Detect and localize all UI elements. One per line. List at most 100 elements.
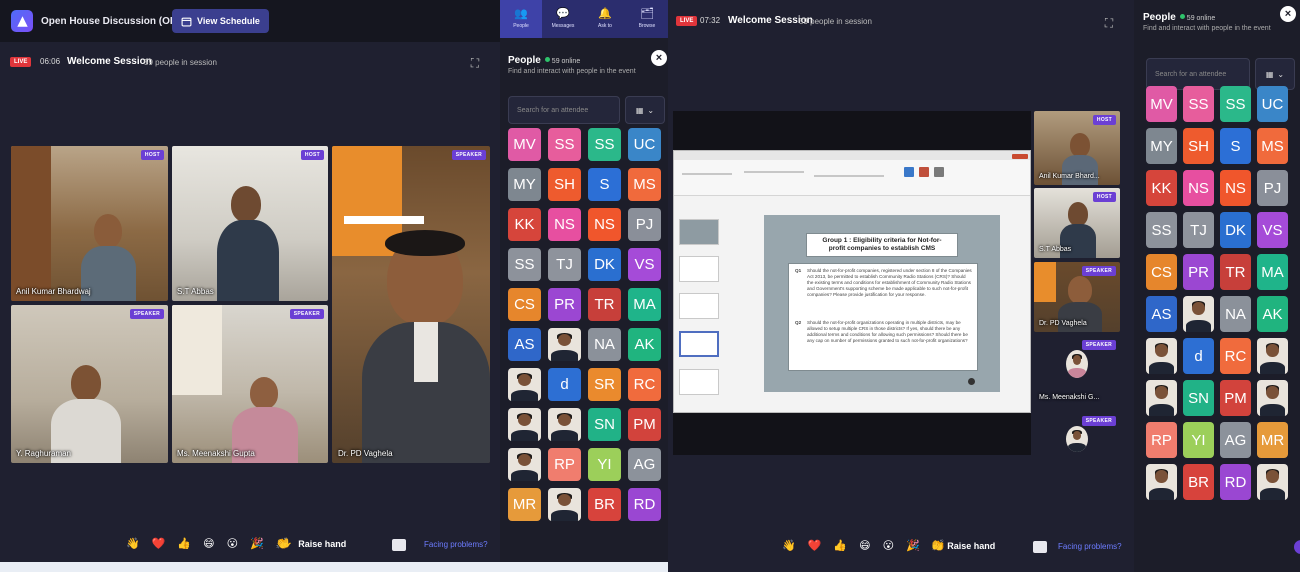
attendee-avatar[interactable]: MA <box>1257 254 1288 290</box>
attendee-avatar[interactable]: PR <box>1183 254 1214 290</box>
attendee-avatar[interactable]: PR <box>548 288 581 321</box>
attendee-avatar[interactable]: PJ <box>628 208 661 241</box>
attendee-avatar-photo[interactable] <box>1146 464 1177 500</box>
video-tile[interactable]: SPEAKER Dr. PD Vaghela <box>1034 262 1120 332</box>
attendee-avatar[interactable]: SN <box>1183 380 1214 416</box>
attendee-avatar[interactable]: SS <box>1183 86 1214 122</box>
attendee-avatar-photo[interactable] <box>1257 464 1288 500</box>
attendee-avatar[interactable]: BR <box>1183 464 1214 500</box>
attendee-avatar[interactable]: NS <box>548 208 581 241</box>
attendee-avatar-photo[interactable] <box>548 408 581 441</box>
reaction-smile-icon[interactable]: 😄 <box>859 539 870 552</box>
view-toggle-button[interactable]: ▦ ⌄ <box>625 96 665 124</box>
expand-icon[interactable]: ⛶ <box>1100 14 1118 32</box>
attendee-avatar-photo[interactable] <box>1257 380 1288 416</box>
settings-dropdown[interactable] <box>1033 541 1047 553</box>
attendee-avatar[interactable]: NS <box>1220 170 1251 206</box>
attendee-avatar[interactable]: d <box>548 368 581 401</box>
attendee-avatar[interactable]: TJ <box>1183 212 1214 248</box>
reaction-wave-icon[interactable]: 👋 <box>782 539 796 552</box>
reaction-thumbs-up-icon[interactable]: 👍 <box>177 537 191 550</box>
attendee-avatar[interactable]: SH <box>548 168 581 201</box>
attendee-avatar[interactable]: SS <box>508 248 541 281</box>
attendee-avatar[interactable]: SN <box>588 408 621 441</box>
attendee-avatar[interactable]: KK <box>1146 170 1177 206</box>
reaction-wow-icon[interactable]: 😮 <box>883 539 894 552</box>
reaction-party-icon[interactable]: 🎉 <box>906 539 920 552</box>
raise-hand-button[interactable]: ✋ Raise hand <box>930 540 995 551</box>
attendee-avatar[interactable]: AG <box>1220 422 1251 458</box>
video-tile[interactable]: HOST Anil Kumar Bhard... <box>1034 111 1120 185</box>
attendee-avatar[interactable]: TR <box>1220 254 1251 290</box>
attendee-avatar[interactable]: VS <box>1257 212 1288 248</box>
reaction-heart-icon[interactable]: ❤️ <box>808 539 822 552</box>
facing-problems-link[interactable]: Facing problems? <box>1058 542 1122 551</box>
attendee-avatar-photo[interactable] <box>508 368 541 401</box>
reaction-thumbs-up-icon[interactable]: 👍 <box>833 539 847 552</box>
attendee-avatar[interactable]: TJ <box>548 248 581 281</box>
attendee-avatar[interactable]: TR <box>588 288 621 321</box>
settings-dropdown[interactable] <box>392 539 406 551</box>
attendee-avatar[interactable]: UC <box>1257 86 1288 122</box>
reaction-smile-icon[interactable]: 😄 <box>203 537 214 550</box>
attendee-search-input[interactable]: Search for an attendee <box>508 96 620 124</box>
tab-messages[interactable]: 💬 Messages <box>542 0 584 38</box>
attendee-avatar-photo[interactable] <box>548 488 581 521</box>
attendee-avatar[interactable]: SS <box>588 128 621 161</box>
attendee-avatar[interactable]: UC <box>628 128 661 161</box>
attendee-avatar[interactable]: BR <box>588 488 621 521</box>
audio-tile[interactable]: SPEAKER <box>1034 412 1120 458</box>
attendee-avatar[interactable]: RC <box>628 368 661 401</box>
attendee-avatar-photo[interactable] <box>1257 338 1288 374</box>
attendee-avatar-photo[interactable] <box>508 448 541 481</box>
video-tile[interactable]: SPEAKER Ms. Meenakshi Gupta <box>172 305 328 463</box>
attendee-avatar[interactable]: AK <box>1257 296 1288 332</box>
attendee-avatar-photo[interactable] <box>508 408 541 441</box>
attendee-avatar[interactable]: YI <box>588 448 621 481</box>
attendee-avatar[interactable]: SH <box>1183 128 1214 164</box>
close-panel-icon[interactable]: × <box>651 50 667 66</box>
reaction-wow-icon[interactable]: 😮 <box>227 537 238 550</box>
attendee-avatar[interactable]: AS <box>1146 296 1177 332</box>
attendee-avatar[interactable]: DK <box>588 248 621 281</box>
attendee-avatar[interactable]: RC <box>1220 338 1251 374</box>
attendee-avatar[interactable]: CS <box>1146 254 1177 290</box>
attendee-avatar[interactable]: AG <box>628 448 661 481</box>
attendee-avatar[interactable]: NA <box>588 328 621 361</box>
tab-people[interactable]: 👥 People <box>500 0 542 38</box>
attendee-avatar[interactable]: MV <box>508 128 541 161</box>
attendee-avatar[interactable]: MY <box>1146 128 1177 164</box>
video-tile-active-speaker[interactable]: SPEAKER Dr. PD Vaghela <box>332 146 490 463</box>
attendee-avatar[interactable]: d <box>1183 338 1214 374</box>
attendee-avatar[interactable]: RP <box>1146 422 1177 458</box>
attendee-avatar[interactable]: NA <box>1220 296 1251 332</box>
attendee-avatar[interactable]: DK <box>1220 212 1251 248</box>
attendee-avatar[interactable]: SR <box>588 368 621 401</box>
attendee-avatar[interactable]: RD <box>628 488 661 521</box>
attendee-avatar[interactable]: SS <box>1146 212 1177 248</box>
attendee-avatar[interactable]: PJ <box>1257 170 1288 206</box>
view-schedule-button[interactable]: View Schedule <box>172 9 269 33</box>
tab-ask[interactable]: 🔔 Ask to <box>584 0 626 38</box>
attendee-avatar[interactable]: YI <box>1183 422 1214 458</box>
reaction-party-icon[interactable]: 🎉 <box>250 537 264 550</box>
attendee-avatar[interactable]: VS <box>628 248 661 281</box>
attendee-avatar-photo[interactable] <box>1146 380 1177 416</box>
attendee-avatar[interactable]: AS <box>508 328 541 361</box>
attendee-avatar[interactable]: AK <box>628 328 661 361</box>
video-tile[interactable]: HOST Anil Kumar Bhardwaj <box>11 146 168 301</box>
video-tile[interactable]: HOST S.T Abbas <box>172 146 328 301</box>
reaction-heart-icon[interactable]: ❤️ <box>152 537 166 550</box>
attendee-avatar-photo[interactable] <box>1146 338 1177 374</box>
attendee-avatar[interactable]: NS <box>1183 170 1214 206</box>
video-tile[interactable]: HOST S.T Abbas <box>1034 188 1120 258</box>
attendee-avatar[interactable]: S <box>588 168 621 201</box>
attendee-avatar[interactable]: SS <box>548 128 581 161</box>
video-tile[interactable]: SPEAKER Y. Raghuraman <box>11 305 168 463</box>
attendee-avatar[interactable]: MS <box>628 168 661 201</box>
tab-browse[interactable]: 🗂 Browse <box>626 0 668 38</box>
expand-icon[interactable]: ⛶ <box>466 54 484 72</box>
raise-hand-button[interactable]: ✋ Raise hand <box>281 538 346 549</box>
attendee-avatar[interactable]: MR <box>1257 422 1288 458</box>
attendee-avatar[interactable]: SS <box>1220 86 1251 122</box>
